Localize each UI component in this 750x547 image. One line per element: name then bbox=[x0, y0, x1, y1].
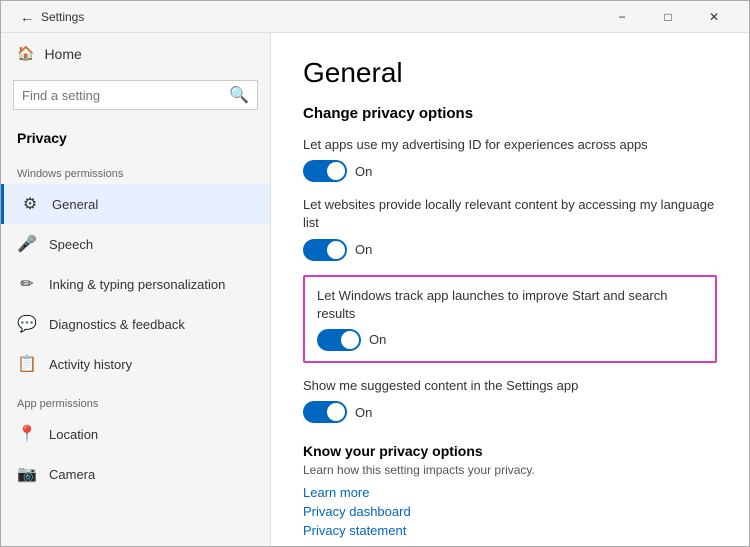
speech-icon: 🎤 bbox=[17, 234, 37, 254]
section-title: Change privacy options bbox=[303, 105, 717, 122]
toggle-value: On bbox=[355, 242, 372, 257]
sidebar-item-label: Location bbox=[49, 427, 98, 442]
home-icon: 🏠 bbox=[17, 45, 34, 62]
setting-suggested: Show me suggested content in the Setting… bbox=[303, 377, 717, 423]
toggle-row: On bbox=[317, 329, 703, 351]
sidebar-item-label: General bbox=[52, 197, 98, 212]
privacy-description: Learn how this setting impacts your priv… bbox=[303, 463, 717, 477]
toggle-value: On bbox=[355, 405, 372, 420]
general-icon: ⚙ bbox=[20, 194, 40, 214]
setting-label: Let apps use my advertising ID for exper… bbox=[303, 136, 717, 154]
search-input[interactable] bbox=[22, 88, 223, 103]
setting-label: Let Windows track app launches to improv… bbox=[317, 287, 703, 323]
privacy-statement-link[interactable]: Privacy statement bbox=[303, 523, 717, 538]
window-title: Settings bbox=[41, 10, 599, 24]
setting-language: Let websites provide locally relevant co… bbox=[303, 196, 717, 260]
group-label-app: App permissions bbox=[1, 384, 270, 414]
titlebar: ← Settings − □ ✕ bbox=[1, 1, 749, 33]
learn-more-link[interactable]: Learn more bbox=[303, 485, 717, 500]
diagnostics-icon: 💬 bbox=[17, 314, 37, 334]
toggle-row: On bbox=[303, 401, 717, 423]
search-icon: 🔍 bbox=[229, 85, 249, 105]
toggle-value: On bbox=[369, 332, 386, 347]
toggle-row: On bbox=[303, 160, 717, 182]
sidebar-item-label: Activity history bbox=[49, 357, 132, 372]
maximize-button[interactable]: □ bbox=[645, 1, 691, 33]
camera-icon: 📷 bbox=[17, 464, 37, 484]
group-label-windows: Windows permissions bbox=[1, 154, 270, 184]
privacy-section: Know your privacy options Learn how this… bbox=[303, 443, 717, 538]
minimize-button[interactable]: − bbox=[599, 1, 645, 33]
toggle-advertising[interactable] bbox=[303, 160, 347, 182]
content-area: 🏠 Home 🔍 Privacy Windows permissions ⚙ G… bbox=[1, 33, 749, 546]
toggle-value: On bbox=[355, 164, 372, 179]
sidebar-item-label: Inking & typing personalization bbox=[49, 277, 225, 292]
sidebar-item-general[interactable]: ⚙ General bbox=[1, 184, 270, 224]
activity-icon: 📋 bbox=[17, 354, 37, 374]
main-content: General Change privacy options Let apps … bbox=[271, 33, 749, 546]
search-box[interactable]: 🔍 bbox=[13, 80, 258, 110]
active-section-label: Privacy bbox=[1, 122, 270, 154]
setting-advertising: Let apps use my advertising ID for exper… bbox=[303, 136, 717, 182]
window-controls: − □ ✕ bbox=[599, 1, 737, 33]
sidebar: 🏠 Home 🔍 Privacy Windows permissions ⚙ G… bbox=[1, 33, 271, 546]
back-button[interactable]: ← bbox=[13, 3, 41, 31]
location-icon: 📍 bbox=[17, 424, 37, 444]
sidebar-item-camera[interactable]: 📷 Camera bbox=[1, 454, 270, 494]
toggle-track[interactable] bbox=[317, 329, 361, 351]
sidebar-item-home[interactable]: 🏠 Home bbox=[1, 33, 270, 74]
sidebar-item-label: Speech bbox=[49, 237, 93, 252]
home-label: Home bbox=[44, 46, 81, 62]
page-title: General bbox=[303, 57, 717, 89]
sidebar-item-inking[interactable]: ✏ Inking & typing personalization bbox=[1, 264, 270, 304]
sidebar-item-label: Camera bbox=[49, 467, 95, 482]
toggle-suggested[interactable] bbox=[303, 401, 347, 423]
toggle-row: On bbox=[303, 239, 717, 261]
setting-label: Let websites provide locally relevant co… bbox=[303, 196, 717, 232]
privacy-section-title: Know your privacy options bbox=[303, 443, 717, 459]
setting-track-highlighted: Let Windows track app launches to improv… bbox=[303, 275, 717, 363]
settings-window: ← Settings − □ ✕ 🏠 Home 🔍 Privacy Window… bbox=[0, 0, 750, 547]
toggle-language[interactable] bbox=[303, 239, 347, 261]
sidebar-item-label: Diagnostics & feedback bbox=[49, 317, 185, 332]
inking-icon: ✏ bbox=[17, 274, 37, 294]
sidebar-item-location[interactable]: 📍 Location bbox=[1, 414, 270, 454]
close-button[interactable]: ✕ bbox=[691, 1, 737, 33]
sidebar-item-diagnostics[interactable]: 💬 Diagnostics & feedback bbox=[1, 304, 270, 344]
sidebar-item-speech[interactable]: 🎤 Speech bbox=[1, 224, 270, 264]
setting-label: Show me suggested content in the Setting… bbox=[303, 377, 717, 395]
privacy-dashboard-link[interactable]: Privacy dashboard bbox=[303, 504, 717, 519]
sidebar-item-activity[interactable]: 📋 Activity history bbox=[1, 344, 270, 384]
